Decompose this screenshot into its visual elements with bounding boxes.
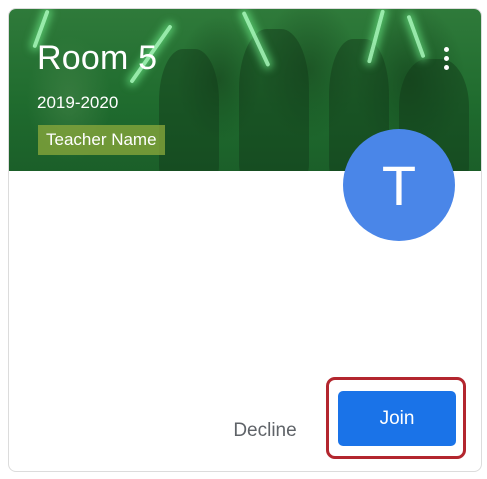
banner-saber <box>406 14 426 59</box>
banner-figure <box>159 49 219 171</box>
class-section: 2019-2020 <box>37 93 119 112</box>
more-vert-icon[interactable] <box>435 43 457 73</box>
join-button[interactable]: Join <box>338 391 456 446</box>
class-title[interactable]: Room 5 <box>37 39 157 78</box>
more-dot <box>443 64 449 70</box>
decline-button[interactable]: Decline <box>217 411 313 451</box>
more-dot <box>443 46 449 52</box>
teacher-avatar: T <box>343 129 455 241</box>
more-dot <box>443 55 449 61</box>
banner-figure <box>239 29 309 171</box>
teacher-name: Teacher Name <box>38 125 165 155</box>
